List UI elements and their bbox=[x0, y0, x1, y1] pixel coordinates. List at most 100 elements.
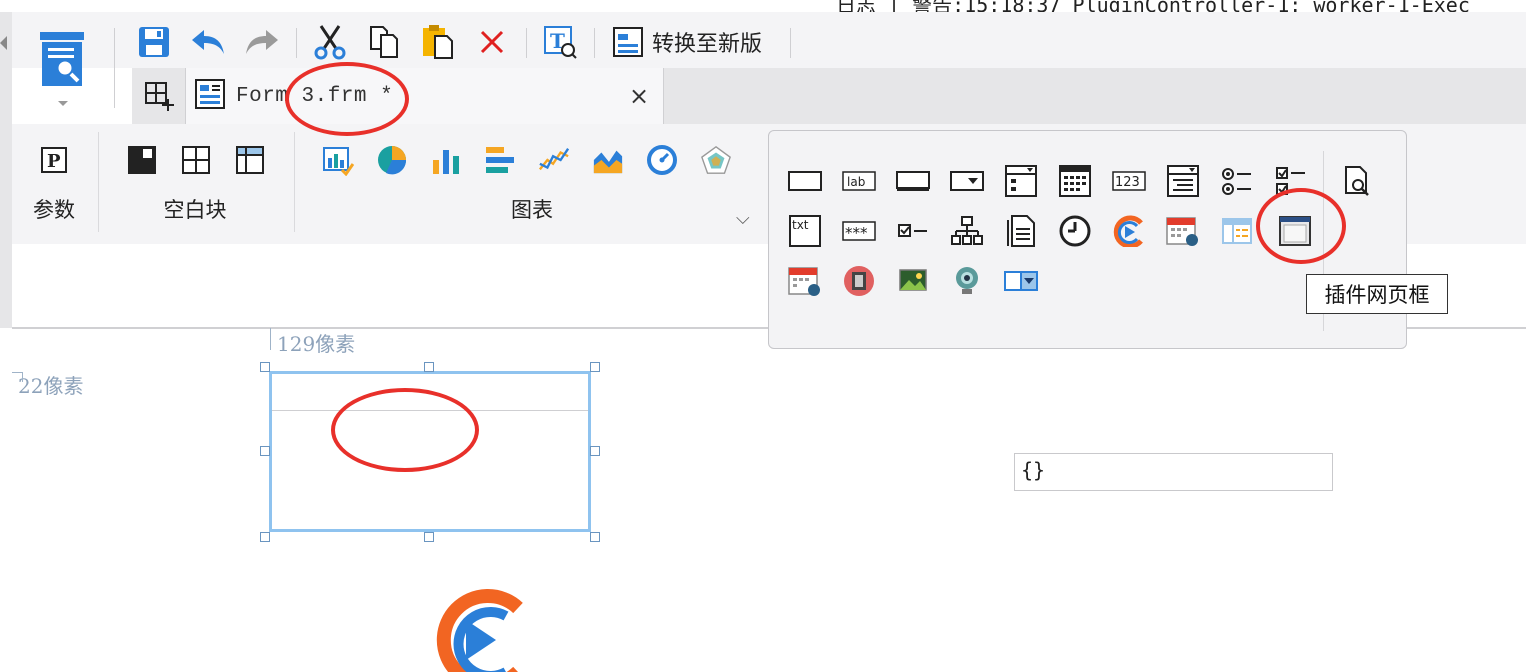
toolbar-divider bbox=[296, 28, 297, 58]
block-split-icon bbox=[182, 146, 210, 174]
resize-handle-nw[interactable] bbox=[260, 362, 270, 372]
cut-button[interactable] bbox=[310, 22, 350, 62]
widget-calendar[interactable] bbox=[1165, 213, 1201, 249]
toolbar-divider bbox=[594, 28, 595, 58]
redo-icon bbox=[246, 30, 278, 54]
widget-table[interactable] bbox=[1219, 213, 1255, 249]
delete-icon bbox=[480, 30, 504, 54]
tab-close-button[interactable]: × bbox=[627, 84, 651, 108]
dropdown-icon bbox=[950, 171, 984, 191]
chart-hbar-button[interactable] bbox=[484, 144, 516, 176]
widget-label[interactable]: lab bbox=[841, 163, 877, 199]
clock-icon bbox=[1059, 215, 1091, 247]
film-icon bbox=[844, 266, 874, 296]
report-icon bbox=[1007, 215, 1035, 247]
report-preview-icon[interactable] bbox=[38, 30, 88, 94]
widget-clock[interactable] bbox=[1057, 213, 1093, 249]
widget-report[interactable] bbox=[1003, 213, 1039, 249]
resize-handle-se[interactable] bbox=[590, 532, 600, 542]
button-icon bbox=[896, 171, 930, 191]
svg-text:***: *** bbox=[845, 224, 868, 242]
collapse-arrow-icon[interactable] bbox=[0, 36, 7, 50]
text-box-icon bbox=[788, 171, 822, 191]
resize-handle-sw[interactable] bbox=[260, 532, 270, 542]
widget-tree[interactable] bbox=[949, 213, 985, 249]
chart-radar-button[interactable] bbox=[700, 144, 732, 176]
annotation-circle-plugin-frame bbox=[1256, 188, 1346, 264]
date-calendar-icon bbox=[788, 267, 820, 296]
blank-block-split-button[interactable] bbox=[180, 144, 212, 176]
json-value-field[interactable]: {} bbox=[1014, 453, 1333, 491]
param-group: P 参数 bbox=[12, 124, 96, 244]
form-file-icon bbox=[194, 78, 228, 114]
resize-handle-w[interactable] bbox=[260, 446, 270, 456]
param-p-icon: P bbox=[41, 147, 67, 173]
image-icon bbox=[899, 269, 927, 291]
redo-button[interactable] bbox=[242, 22, 282, 62]
widget-video[interactable] bbox=[1111, 213, 1147, 249]
widget-date-grid[interactable] bbox=[1057, 163, 1093, 199]
widget-camera[interactable] bbox=[949, 263, 985, 299]
chart-bar-button[interactable] bbox=[430, 144, 462, 176]
widget-dropdown-list[interactable] bbox=[1165, 163, 1201, 199]
svg-text:lab: lab bbox=[847, 175, 865, 189]
widget-dropdown-tree[interactable] bbox=[1003, 163, 1039, 199]
chart-label: 图表 bbox=[511, 198, 553, 222]
widget-image[interactable] bbox=[895, 263, 931, 299]
video-logo-icon[interactable] bbox=[428, 586, 528, 672]
chart-pie-button[interactable] bbox=[376, 144, 408, 176]
widget-textarea[interactable]: txt bbox=[787, 213, 823, 249]
radio-group-icon bbox=[1222, 168, 1251, 195]
paste-button[interactable] bbox=[418, 22, 458, 62]
tab-form3[interactable]: Form 3.frm * × bbox=[186, 68, 664, 124]
blank-block-absolute-button[interactable] bbox=[126, 144, 158, 176]
combo-icon bbox=[1004, 271, 1038, 291]
preview-dropdown-icon[interactable] bbox=[58, 101, 68, 106]
chart-expand-chevron-icon[interactable]: ⌵ bbox=[736, 208, 750, 229]
blank-block-label: 空白块 bbox=[163, 198, 227, 222]
text-search-button[interactable]: T bbox=[540, 22, 580, 62]
chart-gauge-button[interactable] bbox=[646, 144, 678, 176]
ruler-y-indicator: 22像素 bbox=[12, 370, 83, 399]
delete-button[interactable] bbox=[472, 22, 512, 62]
document-search-icon bbox=[1345, 166, 1369, 196]
blank-block-tab-button[interactable] bbox=[234, 144, 266, 176]
resize-handle-e[interactable] bbox=[590, 446, 600, 456]
chart-table-button[interactable] bbox=[322, 144, 354, 176]
annotation-circle-tab bbox=[285, 62, 409, 136]
save-button[interactable] bbox=[134, 22, 174, 62]
undo-button[interactable] bbox=[188, 22, 228, 62]
widget-radio-group[interactable] bbox=[1219, 163, 1255, 199]
copy-button[interactable] bbox=[364, 22, 404, 62]
line-chart-icon bbox=[538, 148, 570, 171]
widget-button[interactable] bbox=[895, 163, 931, 199]
date-grid-icon bbox=[1059, 165, 1091, 197]
widget-password[interactable]: *** bbox=[841, 213, 877, 249]
widget-number[interactable]: 123 bbox=[1111, 163, 1147, 199]
convert-to-new-button[interactable]: 转换至新版 bbox=[612, 22, 762, 62]
resize-handle-s[interactable] bbox=[424, 532, 434, 542]
resize-handle-ne[interactable] bbox=[590, 362, 600, 372]
dropdown-list-icon bbox=[1167, 165, 1199, 197]
widget-date-calendar[interactable] bbox=[787, 263, 823, 299]
widget-search-button[interactable] bbox=[1339, 163, 1375, 199]
widget-dropdown[interactable] bbox=[949, 163, 985, 199]
chart-group: 图表 bbox=[302, 124, 762, 244]
chart-area-button[interactable] bbox=[592, 144, 624, 176]
ribbon-divider bbox=[294, 132, 295, 232]
widget-checkbox[interactable] bbox=[895, 213, 931, 249]
widget-text-box[interactable] bbox=[787, 163, 823, 199]
param-button[interactable]: P bbox=[38, 144, 70, 176]
number-icon: 123 bbox=[1112, 171, 1146, 191]
chart-line-button[interactable] bbox=[538, 144, 570, 176]
save-icon bbox=[139, 27, 169, 57]
resize-handle-n[interactable] bbox=[424, 362, 434, 372]
bar-chart-icon bbox=[433, 150, 459, 174]
widget-film[interactable] bbox=[841, 263, 877, 299]
password-icon: *** bbox=[842, 221, 876, 242]
checkbox-icon bbox=[898, 224, 927, 237]
widget-combo[interactable] bbox=[1003, 263, 1039, 299]
left-collapse-strip[interactable] bbox=[0, 12, 12, 328]
new-form-button[interactable] bbox=[132, 68, 186, 124]
camera-icon bbox=[956, 267, 978, 294]
